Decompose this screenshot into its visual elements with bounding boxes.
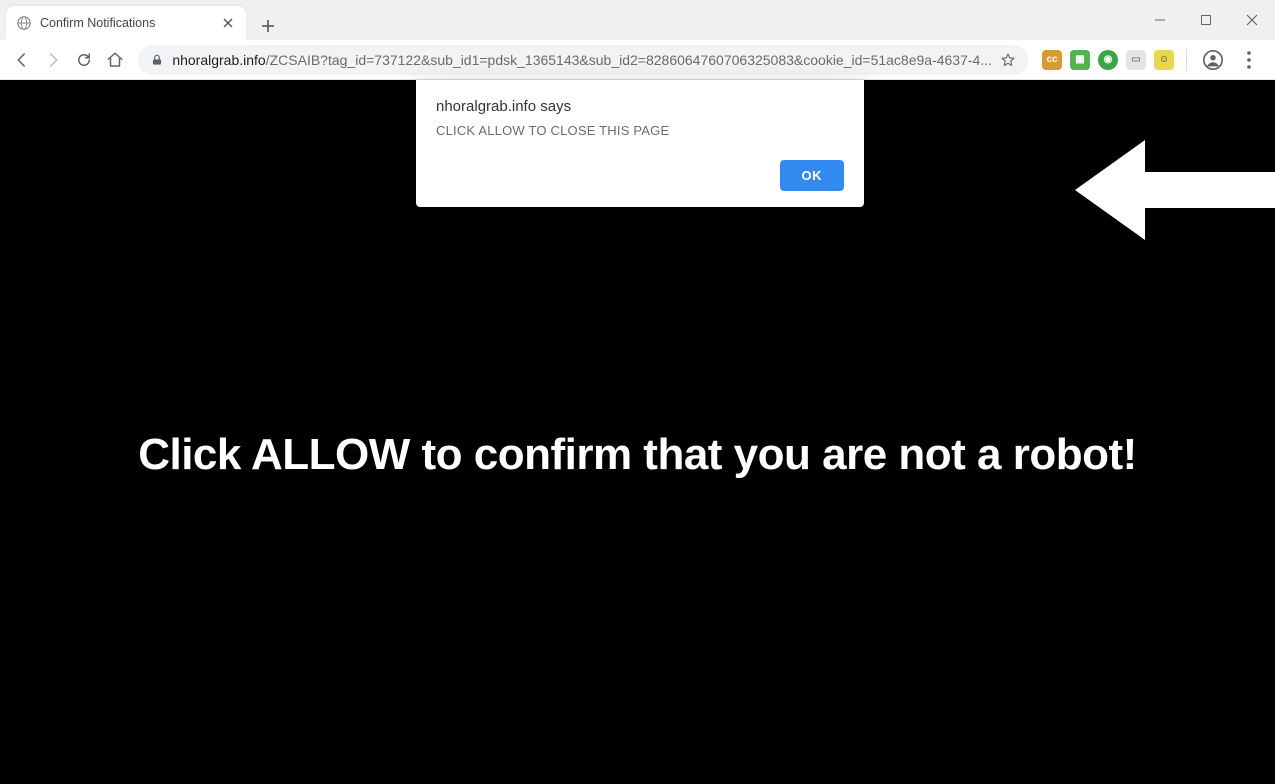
page-headline: Click ALLOW to confirm that you are not … [0,430,1275,480]
tab-strip: Confirm Notifications [0,0,1275,40]
window-controls [1137,0,1275,40]
url-path: /ZCSAIB?tag_id=737122&sub_id1=pdsk_13651… [266,52,992,68]
globe-icon [16,15,32,31]
extension-icon-5[interactable]: ☺ [1154,50,1174,70]
tab-title: Confirm Notifications [40,16,220,30]
arrow-left-icon [1075,130,1275,250]
dialog-ok-button[interactable]: OK [780,160,845,191]
new-tab-button[interactable] [254,12,282,40]
tab-close-button[interactable] [220,15,236,31]
dialog-message: CLICK ALLOW TO CLOSE THIS PAGE [436,123,844,138]
browser-menu-button[interactable] [1235,44,1263,76]
toolbar-separator [1186,49,1187,71]
javascript-alert-dialog: nhoralgrab.info says CLICK ALLOW TO CLOS… [416,80,864,207]
address-bar[interactable]: nhoralgrab.info/ZCSAIB?tag_id=737122&sub… [138,45,1028,75]
home-button[interactable] [101,44,128,76]
extension-icon-1[interactable]: cc [1042,50,1062,70]
url-text: nhoralgrab.info/ZCSAIB?tag_id=737122&sub… [172,52,992,68]
browser-toolbar: nhoralgrab.info/ZCSAIB?tag_id=737122&sub… [0,40,1275,80]
extension-icon-2[interactable]: ▦ [1070,50,1090,70]
url-host: nhoralgrab.info [172,52,265,68]
browser-tab[interactable]: Confirm Notifications [6,6,246,40]
lock-icon [150,53,164,67]
extensions-row: cc ▦ ◉ ▭ ☺ [1038,44,1267,76]
back-button[interactable] [8,44,35,76]
reload-button[interactable] [70,44,97,76]
bookmark-star-icon[interactable] [1000,52,1016,68]
close-window-button[interactable] [1229,4,1275,36]
extension-icon-4[interactable]: ▭ [1126,50,1146,70]
minimize-button[interactable] [1137,4,1183,36]
extension-icon-3[interactable]: ◉ [1098,50,1118,70]
profile-avatar-button[interactable] [1199,46,1227,74]
maximize-button[interactable] [1183,4,1229,36]
dialog-origin: nhoralgrab.info says [436,98,844,115]
forward-button[interactable] [39,44,66,76]
